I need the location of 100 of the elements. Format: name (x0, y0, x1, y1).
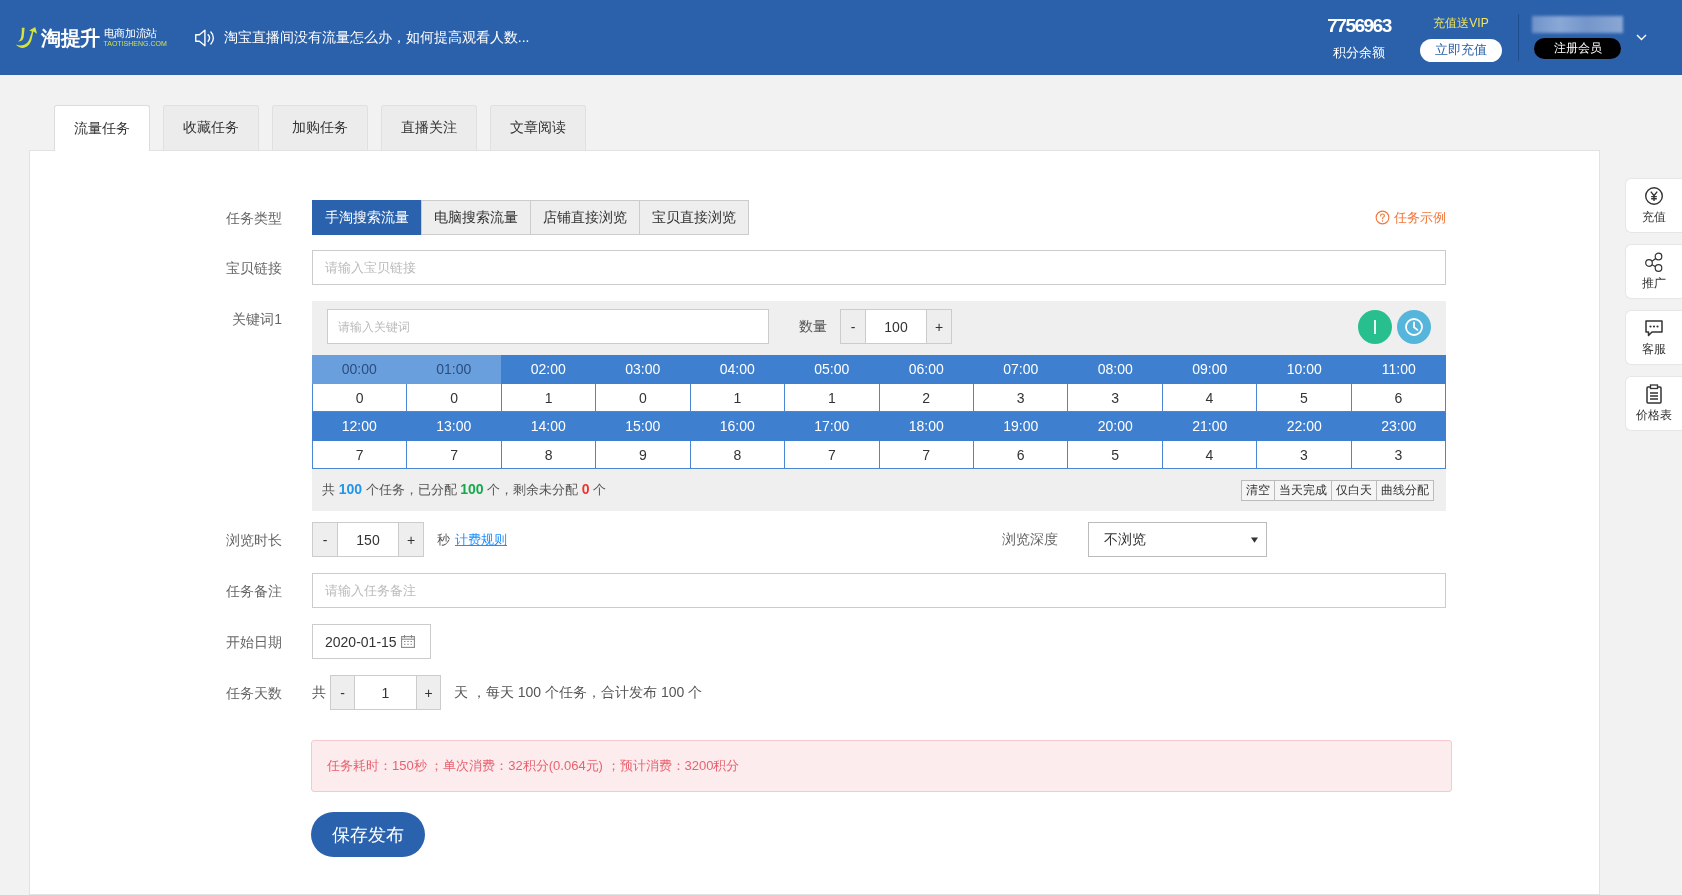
count-cell: 7 (785, 441, 880, 469)
count-cell: 3 (1068, 384, 1163, 412)
hour-cell[interactable]: 21:00 (1162, 412, 1257, 441)
count-cell: 0 (596, 384, 691, 412)
calendar-icon (400, 635, 415, 648)
count-cell: 7 (407, 441, 502, 469)
increment-button[interactable]: + (398, 522, 424, 557)
hour-cell[interactable]: 02:00 (501, 355, 596, 384)
hour-cell[interactable]: 14:00 (501, 412, 596, 441)
tab[interactable]: 收藏任务 (163, 105, 259, 150)
number-field[interactable]: 100 (866, 309, 926, 344)
hour-cell[interactable]: 23:00 (1351, 412, 1446, 441)
hour-cell[interactable]: 15:00 (595, 412, 690, 441)
field-label: 任务备注 (226, 581, 282, 601)
hour-cell[interactable]: 08:00 (1068, 355, 1163, 384)
depth-select[interactable]: 不浏览 (1088, 522, 1267, 557)
distribution-button[interactable]: 曲线分配 (1376, 479, 1434, 501)
hour-cell[interactable]: 13:00 (406, 412, 501, 441)
hour-cell[interactable]: 10:00 (1257, 355, 1352, 384)
side-toolbar-item[interactable]: 充值 (1625, 178, 1682, 233)
caret-icon (1251, 536, 1258, 543)
yuan-icon (1644, 185, 1664, 206)
number-field[interactable]: 1 (355, 675, 416, 710)
tab[interactable]: 流量任务 (54, 105, 150, 151)
swoosh-logo-icon (14, 24, 38, 51)
count-cell: 0 (313, 384, 408, 412)
task-type-option[interactable]: 店铺直接浏览 (530, 200, 640, 235)
count-cell: 4 (1162, 441, 1258, 469)
decrement-button[interactable]: - (330, 675, 355, 710)
number-field[interactable]: 150 (338, 522, 398, 557)
task-type-option[interactable]: 手淘搜索流量 (312, 200, 422, 235)
count-cell: 5 (1068, 441, 1163, 469)
tab[interactable]: 直播关注 (381, 105, 477, 150)
side-toolbar-item[interactable]: 客服 (1625, 310, 1682, 365)
notice-link[interactable]: 淘宝直播间没有流量怎么办，如何提高观看人数... (223, 28, 530, 47)
keyword-field[interactable]: 请输入关键词 (327, 309, 769, 344)
hour-cell[interactable]: 16:00 (690, 412, 785, 441)
days-prefix: 共 (312, 683, 326, 702)
promo-text: 充值送VIP (1433, 14, 1489, 32)
chevron-down-icon[interactable] (1636, 34, 1647, 41)
days-summary: 天 ，每天 100 个任务，合计发布 100 个 (454, 683, 703, 702)
decrement-button[interactable]: - (312, 522, 338, 557)
count-cell: 1 (501, 384, 597, 412)
register-button[interactable]: 注册会员 (1534, 38, 1621, 59)
hour-cell[interactable]: 05:00 (784, 355, 879, 384)
count-cell: 7 (313, 441, 408, 469)
increment-button[interactable]: + (926, 309, 952, 344)
cost-alert: 任务耗时：150秒 ；单次消费：32积分(0.064元) ；预计消费：3200积分 (311, 740, 1452, 792)
clock-icon[interactable] (1397, 309, 1431, 344)
hour-cell[interactable]: 04:00 (690, 355, 785, 384)
increment-button[interactable]: + (416, 675, 441, 710)
hour-cell[interactable]: 18:00 (879, 412, 974, 441)
question-circle-icon (1375, 210, 1390, 225)
logo-name: 淘提升 (41, 25, 100, 50)
tab[interactable]: 加购任务 (272, 105, 368, 150)
distribution-button[interactable]: 仅白天 (1331, 479, 1377, 501)
field-label: 任务类型 (226, 208, 282, 228)
allocation-summary: 共 100 个任务，已分配 100 个，剩余未分配 0 个 (322, 481, 607, 499)
hour-cell[interactable]: 22:00 (1257, 412, 1352, 441)
tab[interactable]: 文章阅读 (490, 105, 586, 150)
field-label: 宝贝链接 (226, 258, 282, 278)
hour-cell[interactable]: 09:00 (1162, 355, 1257, 384)
hour-cell[interactable]: 07:00 (973, 355, 1068, 384)
field-label: 关键词1 (232, 309, 282, 329)
decrement-button[interactable]: - (840, 309, 866, 344)
remark-field[interactable]: 请输入任务备注 (312, 573, 1446, 608)
hour-cell[interactable]: 03:00 (595, 355, 690, 384)
share-icon (1644, 251, 1664, 272)
clipboard-icon (1644, 383, 1664, 404)
item-link-field[interactable]: 请输入宝贝链接 (312, 250, 1446, 285)
balance-label: 积分余额 (1333, 43, 1385, 62)
save-publish-button[interactable]: 保存发布 (311, 812, 425, 857)
task-type-option[interactable]: 电脑搜索流量 (421, 200, 531, 235)
side-toolbar-item[interactable]: 推广 (1625, 244, 1682, 299)
task-type-option[interactable]: 宝贝直接浏览 (639, 200, 749, 235)
count-cell: 7 (879, 441, 974, 469)
distribution-button[interactable]: 清空 (1241, 479, 1275, 501)
hour-cell[interactable]: 17:00 (784, 412, 879, 441)
count-cell: 6 (1351, 384, 1447, 412)
count-cell: 4 (1162, 384, 1258, 412)
unit-text: 秒 (437, 530, 450, 549)
side-toolbar-item[interactable]: 价格表 (1625, 376, 1682, 431)
count-cell: 3 (1257, 441, 1352, 469)
hour-cell[interactable]: 11:00 (1351, 355, 1446, 384)
count-cell: 6 (973, 441, 1069, 469)
hour-cell[interactable]: 20:00 (1068, 412, 1163, 441)
quantity-label: 数量 (799, 317, 827, 336)
date-field[interactable]: 2020-01-15 (312, 624, 431, 659)
count-cell: 5 (1257, 384, 1352, 412)
balance-value: 7756963 (1327, 13, 1391, 38)
hour-cell[interactable]: 19:00 (973, 412, 1068, 441)
field-label: 浏览深度 (1002, 530, 1058, 549)
distribution-button[interactable]: 当天完成 (1274, 479, 1332, 501)
recharge-button[interactable]: 立即充值 (1420, 38, 1502, 62)
hour-cell[interactable]: 06:00 (879, 355, 974, 384)
count-cell: 1 (785, 384, 880, 412)
count-cell: 3 (1351, 441, 1447, 469)
hour-cell[interactable]: 12:00 (312, 412, 407, 441)
count-cell: 3 (973, 384, 1069, 412)
field-label: 浏览时长 (226, 530, 282, 550)
